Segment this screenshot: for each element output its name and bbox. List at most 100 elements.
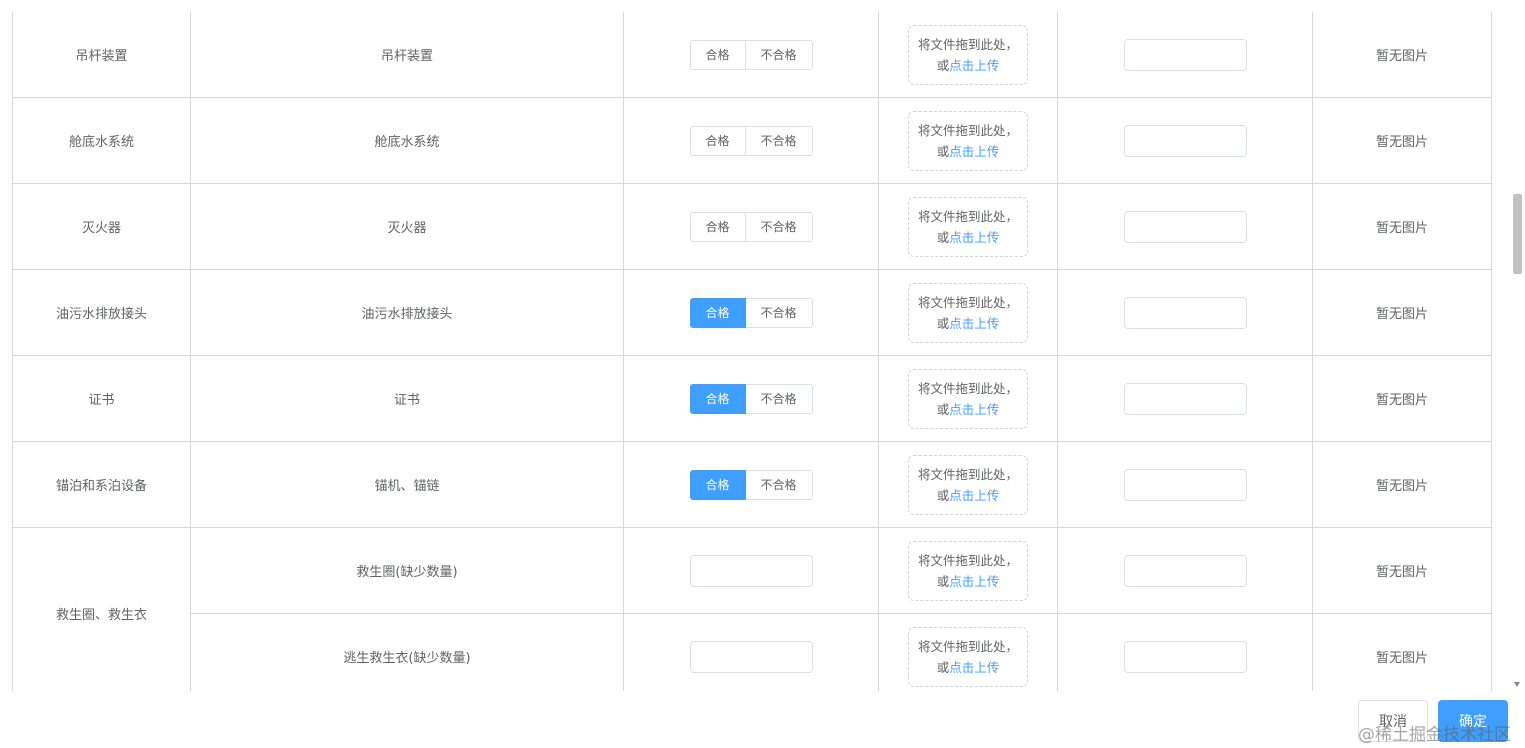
upload-dropzone[interactable]: 将文件拖到此处， 或点击上传 <box>908 454 1028 515</box>
upload-cell: 将文件拖到此处， 或点击上传 <box>878 441 1058 528</box>
image-cell: 暂无图片 <box>1312 613 1492 691</box>
remark-input[interactable] <box>1123 124 1247 157</box>
table-row: 灭火器 灭火器 合格 不合格 将文件拖到此处， 或点击上传 暂无图片 <box>12 183 1492 270</box>
quantity-input-cell <box>623 613 879 691</box>
pass-button[interactable]: 合格 <box>689 125 746 156</box>
category-cell: 救生圈、救生衣 <box>12 527 191 691</box>
upload-or: 或 <box>936 143 950 159</box>
image-cell: 暂无图片 <box>1312 183 1492 270</box>
upload-link[interactable]: 点击上传 <box>949 488 999 503</box>
table-row: 救生圈、救生衣 救生圈(缺少数量) 将文件拖到此处， 或点击上传 暂无图片 <box>12 527 1492 691</box>
upload-or: 或 <box>936 229 950 245</box>
remark-input[interactable] <box>1123 296 1247 329</box>
remark-input[interactable] <box>1123 210 1247 243</box>
upload-link[interactable]: 点击上传 <box>949 316 999 331</box>
quantity-input-cell <box>623 527 879 614</box>
quantity-input[interactable] <box>689 554 813 587</box>
no-image-text: 暂无图片 <box>1375 307 1428 322</box>
remark-input[interactable] <box>1123 382 1247 415</box>
category-label: 油污水排放接头 <box>55 307 147 322</box>
pass-fail-toggle[interactable]: 合格 不合格 <box>689 297 813 328</box>
upload-hint: 将文件拖到此处， <box>917 294 1018 310</box>
upload-dropzone[interactable]: 将文件拖到此处， 或点击上传 <box>908 24 1028 85</box>
upload-dropzone[interactable]: 将文件拖到此处， 或点击上传 <box>908 110 1028 171</box>
scrollbar-thumb[interactable] <box>1513 194 1522 274</box>
upload-dropzone[interactable]: 将文件拖到此处， 或点击上传 <box>908 368 1028 429</box>
pass-fail-toggle[interactable]: 合格 不合格 <box>689 469 813 500</box>
scroll-down-arrow-icon[interactable] <box>1514 682 1520 687</box>
no-image-text: 暂无图片 <box>1375 135 1428 150</box>
quantity-input[interactable] <box>689 640 813 673</box>
remark-input-cell <box>1057 97 1313 184</box>
pass-fail-toggle[interactable]: 合格 不合格 <box>689 383 813 414</box>
result-cell: 合格 不合格 <box>623 441 879 528</box>
result-cell: 合格 不合格 <box>623 12 879 98</box>
no-image-text: 暂无图片 <box>1375 651 1428 666</box>
upload-dropzone[interactable]: 将文件拖到此处， 或点击上传 <box>908 196 1028 257</box>
upload-link[interactable]: 点击上传 <box>949 230 999 245</box>
upload-link[interactable]: 点击上传 <box>949 402 999 417</box>
fail-button[interactable]: 不合格 <box>745 383 813 414</box>
confirm-button[interactable]: 确定 <box>1438 700 1508 742</box>
pass-button[interactable]: 合格 <box>689 469 746 500</box>
upload-link[interactable]: 点击上传 <box>949 144 999 159</box>
upload-hint: 将文件拖到此处， <box>917 36 1018 52</box>
result-cell: 合格 不合格 <box>623 97 879 184</box>
fail-button[interactable]: 不合格 <box>745 469 813 500</box>
pass-button[interactable]: 合格 <box>689 383 746 414</box>
upload-cell: 将文件拖到此处， 或点击上传 <box>878 355 1058 442</box>
fail-button[interactable]: 不合格 <box>745 297 813 328</box>
upload-dropzone[interactable]: 将文件拖到此处， 或点击上传 <box>908 626 1028 687</box>
category-cell: 油污水排放接头 <box>12 269 191 356</box>
upload-link[interactable]: 点击上传 <box>949 660 999 675</box>
fail-button[interactable]: 不合格 <box>745 125 813 156</box>
upload-cell: 将文件拖到此处， 或点击上传 <box>878 613 1058 691</box>
item-label: 救生圈(缺少数量) <box>356 565 458 580</box>
category-cell: 锚泊和系泊设备 <box>12 441 191 528</box>
upload-cell: 将文件拖到此处， 或点击上传 <box>878 269 1058 356</box>
image-cell: 暂无图片 <box>1312 355 1492 442</box>
table-row: 油污水排放接头 油污水排放接头 合格 不合格 将文件拖到此处， 或点击上传 暂无图片 <box>12 269 1492 356</box>
upload-link[interactable]: 点击上传 <box>949 58 999 73</box>
upload-hint: 将文件拖到此处， <box>917 552 1018 568</box>
remark-input[interactable] <box>1123 640 1247 673</box>
inspection-table-viewport: 吊杆装置 吊杆装置 合格 不合格 将文件拖到此处， 或点击上传 暂无图片 舱底水系统 舱底水系统… <box>0 0 1510 691</box>
remark-input-cell <box>1057 355 1313 442</box>
vertical-scrollbar[interactable] <box>1510 12 1525 691</box>
upload-dropzone[interactable]: 将文件拖到此处， 或点击上传 <box>908 540 1028 601</box>
category-label: 证书 <box>88 393 115 408</box>
item-label: 锚机、锚链 <box>374 479 440 494</box>
category-cell: 吊杆装置 <box>12 12 191 98</box>
cancel-button[interactable]: 取消 <box>1358 700 1428 742</box>
item-label: 逃生救生衣(缺少数量) <box>343 651 471 666</box>
no-image-text: 暂无图片 <box>1375 49 1428 64</box>
upload-hint: 将文件拖到此处， <box>917 380 1018 396</box>
result-cell: 合格 不合格 <box>623 355 879 442</box>
upload-cell: 将文件拖到此处， 或点击上传 <box>878 183 1058 270</box>
no-image-text: 暂无图片 <box>1375 393 1428 408</box>
image-cell: 暂无图片 <box>1312 441 1492 528</box>
image-cell: 暂无图片 <box>1312 269 1492 356</box>
table-row: 证书 证书 合格 不合格 将文件拖到此处， 或点击上传 暂无图片 <box>12 355 1492 442</box>
pass-button[interactable]: 合格 <box>689 297 746 328</box>
remark-input[interactable] <box>1123 38 1247 71</box>
table-row: 舱底水系统 舱底水系统 合格 不合格 将文件拖到此处， 或点击上传 暂无图片 <box>12 97 1492 184</box>
pass-fail-toggle[interactable]: 合格 不合格 <box>689 39 813 70</box>
pass-fail-toggle[interactable]: 合格 不合格 <box>689 211 813 242</box>
upload-dropzone[interactable]: 将文件拖到此处， 或点击上传 <box>908 282 1028 343</box>
pass-fail-toggle[interactable]: 合格 不合格 <box>689 125 813 156</box>
upload-hint: 将文件拖到此处， <box>917 638 1018 654</box>
category-label: 救生圈、救生衣 <box>55 608 147 623</box>
fail-button[interactable]: 不合格 <box>745 39 813 70</box>
item-cell: 油污水排放接头 <box>190 269 624 356</box>
result-cell: 合格 不合格 <box>623 183 879 270</box>
remark-input[interactable] <box>1123 468 1247 501</box>
image-cell: 暂无图片 <box>1312 527 1492 614</box>
upload-link[interactable]: 点击上传 <box>949 574 999 589</box>
remark-input-cell <box>1057 527 1313 614</box>
upload-or: 或 <box>936 573 950 589</box>
remark-input[interactable] <box>1123 554 1247 587</box>
pass-button[interactable]: 合格 <box>689 39 746 70</box>
fail-button[interactable]: 不合格 <box>745 211 813 242</box>
pass-button[interactable]: 合格 <box>689 211 746 242</box>
